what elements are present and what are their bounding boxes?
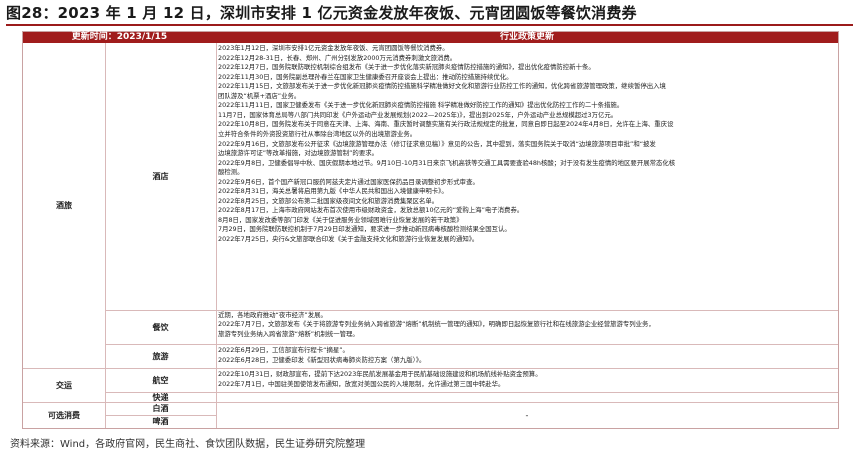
policy-line: 2022年7月25日，央行&文旅部联合印发《关于金融支持文化和旅游行业恢复发展的…: [218, 235, 479, 243]
policy-line: 酸检测。: [218, 168, 244, 177]
subcategory-aviation: 航空: [152, 375, 169, 385]
policy-line: 2022年11月15日，文旅部发布关于进一步优化新冠肺炎疫情防控措施科学精准做好…: [218, 82, 666, 91]
policy-line: 边境旅游许可证”等改革措施，对边境旅游管制”的要求。: [218, 149, 378, 158]
title-rule: [6, 24, 853, 26]
grid-hline: [23, 368, 838, 369]
policy-line: 团队游及“机票+酒店”业务。: [218, 91, 301, 100]
grid-hline: [105, 415, 216, 416]
header-policy-update: 行业政策更新: [216, 32, 838, 43]
policy-line: 旅游专列业务纳入跨省旅游“熔断”机制统一管理。: [218, 329, 359, 338]
subcategory-beer: 啤酒: [152, 417, 169, 426]
policy-line: 2022年7月1日，中国驻美国使馆发布通知，放宽对美国公民的入境限制，允许通过第…: [218, 379, 505, 388]
policy-line: 近期，各地政府推动“夜市经济”发展。: [218, 310, 327, 319]
policy-line: 2022年11月11日，国家卫健委发布《关于进一步优化新冠肺炎疫情防控措施 科学…: [218, 101, 624, 110]
policy-line: 2022年12月28-31日，长春、郑州、广州分别发放2000万元消费券刺激文旅…: [218, 53, 457, 62]
header-update-time: 更新时间：2023/1/15: [23, 32, 216, 43]
subcategory-express: 快递: [152, 392, 169, 402]
grid-hline: [105, 392, 838, 393]
figure-title: 图28：2023 年 1 月 12 日，深圳市安排 1 亿元资金发放年夜饭、元宵…: [6, 4, 637, 22]
policy-line: 2022年9月6日，首个国产新冠口服药阿兹夫定片通过国家医保药品目录调整初步形式…: [218, 177, 479, 186]
subcategory-catering: 餐饮: [152, 322, 169, 332]
policy-line: 2022年9月8日，卫健委倡导中秋、国庆假期本地过节。9月10日-10月31日来…: [218, 158, 676, 167]
policy-line: 2022年6月29日，工信部宣布行程卡“摘星”。: [218, 346, 349, 354]
source-note: 资料来源：Wind，各政府官网，民生商社、食饮团队数据，民生证券研究院整理: [10, 439, 366, 450]
policy-line: 2022年11月30日，国务院副总理孙春兰在国家卫生健康委召开座谈会上提出：推动…: [218, 72, 513, 81]
category-consumer: 可选消费: [48, 410, 80, 420]
policy-line: 2022年9月16日，文旅部发布公开征求《边境旅游管理办法（修订征求意见稿）》意…: [218, 139, 656, 148]
subcategory-baijiu: 白酒: [152, 404, 169, 413]
grid-hline: [23, 402, 838, 403]
category-travel: 酒旅: [56, 201, 72, 210]
grid-hline: [105, 344, 838, 345]
policy-line: 2022年6月28日，卫健委印发《新型冠状病毒肺炎防控方案（第九版）》。: [218, 355, 426, 364]
policy-line: 2022年7月7日，文旅部发布《关于将旅游专列业务纳入跨省旅游“熔断”机制统一管…: [218, 320, 655, 329]
consumer-dash: -: [525, 410, 529, 420]
policy-line: 立并符合条件的外资投资旅行社从事除台湾地区以外的出境旅游业务。: [218, 129, 417, 138]
subcategory-hotel: 酒店: [152, 172, 169, 181]
category-transport: 交运: [56, 380, 72, 390]
policy-line: 11月7日，国家体育总局等八部门共同印发《户外运动产业发展规划(2022—202…: [218, 110, 618, 119]
policy-line: 8月8日，国家发改委等部门印发《关于促进服务业领域困难行业恢复发展的若干政策》: [218, 215, 463, 224]
policy-line: 2022年10月31日，财政部宣布，提前下达2023年民航发展基金用于民航基础设…: [218, 370, 542, 378]
policy-line: 2022年10月8日，国务院发布关于同意在天津、上海、海南、重庆暂时调整实施有关…: [218, 120, 674, 129]
policy-line: 2022年8月25日，文旅部公布第二批国家级夜间文化和旅游消费集聚区名单。: [218, 196, 439, 205]
policy-line: 2022年12月7日，国务院联防联控机制综合组发布《关于进一步优化落实新冠肺炎疫…: [218, 63, 595, 72]
policy-line: 2022年8月17日，上海市政府网站发布首次使用市级财政资金，发放总额10亿元的…: [218, 206, 524, 215]
subcategory-scenic: 旅游: [152, 351, 169, 361]
policy-line: 7月29日，国务院联防联控机制于7月29日印发通知，要求进一步推动新冠病毒核酸检…: [218, 225, 511, 234]
policy-line: 2022年8月31日，海关总署将启用第九版《中华人民共和国出入境健康申明卡》。: [218, 187, 448, 196]
policy-line: 2023年1月12日，深圳市安排1亿元资金发放年夜饭、元宵团圆饭等餐饮消费券。: [218, 44, 449, 52]
policy-table: 更新时间：2023/1/15 行业政策更新 酒旅 酒店 餐饮 旅游 交运 航空 …: [22, 31, 839, 429]
